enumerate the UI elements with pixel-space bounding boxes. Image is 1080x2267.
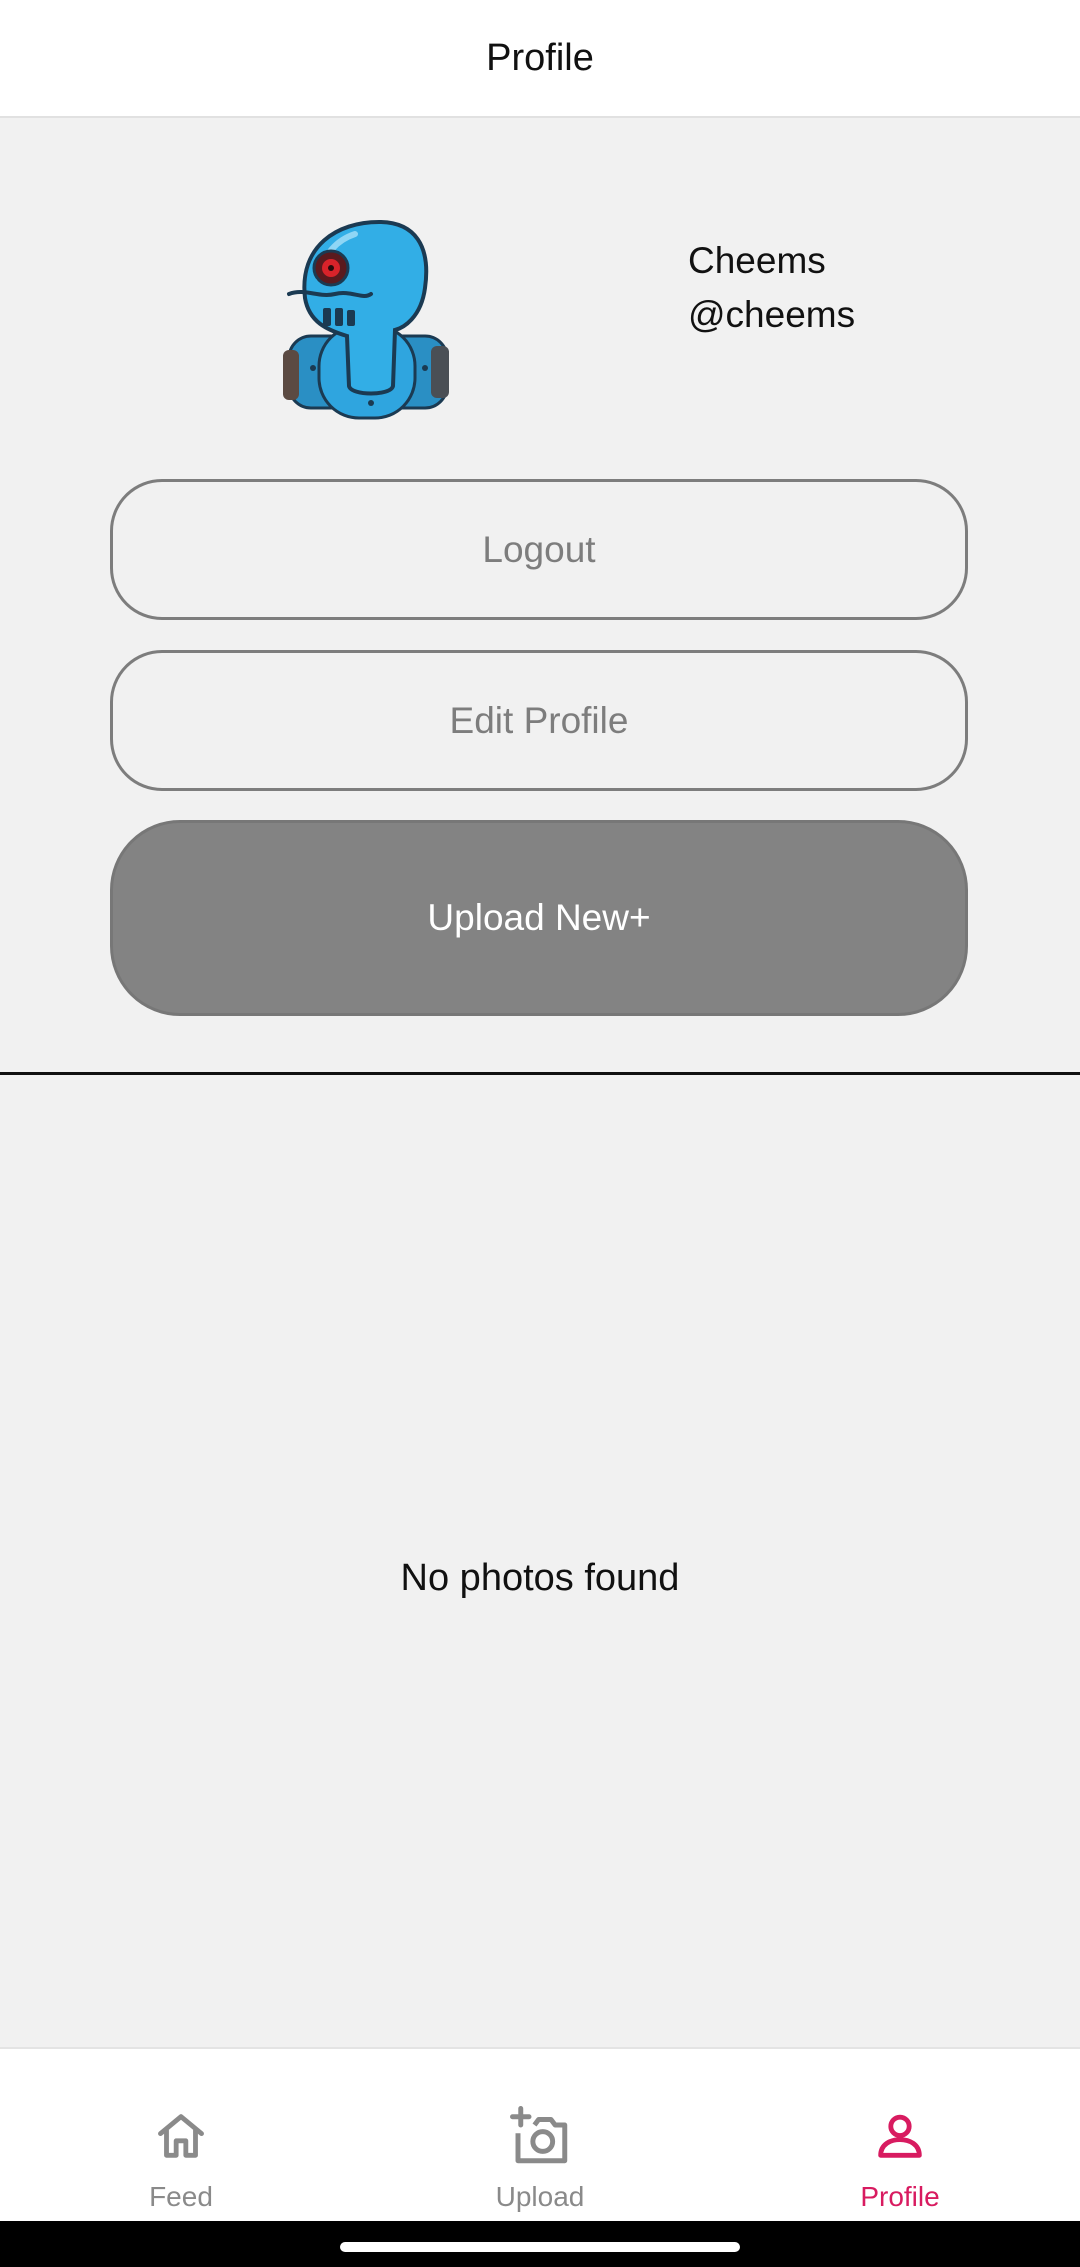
nav-label-feed: Feed <box>149 2181 213 2212</box>
home-icon <box>148 2103 214 2169</box>
logout-button[interactable]: Logout <box>110 479 968 620</box>
empty-gallery-message: No photos found <box>400 1557 680 1599</box>
bottom-nav: Feed Upload Profile <box>0 2047 1080 2221</box>
edit-profile-button[interactable]: Edit Profile <box>110 650 968 791</box>
app-header: Profile <box>0 0 1080 118</box>
display-name: Cheems <box>688 240 826 281</box>
upload-new-button[interactable]: Upload New+ <box>110 820 968 1016</box>
section-divider <box>0 1072 1080 1075</box>
system-navigation-bar <box>0 2221 1080 2267</box>
person-icon <box>867 2103 933 2169</box>
user-info: Cheems @cheems <box>688 234 855 342</box>
add-photo-icon <box>507 2103 573 2169</box>
nav-label-upload: Upload <box>495 2181 585 2212</box>
nav-item-feed[interactable]: Feed <box>81 2049 281 2221</box>
username: @cheems <box>688 294 856 335</box>
home-indicator[interactable] <box>340 2242 740 2252</box>
page-title: Profile <box>486 36 594 79</box>
profile-section: Cheems @cheems Logout Edit Profile Uploa… <box>0 118 1080 1073</box>
nav-item-profile[interactable]: Profile <box>800 2049 1000 2221</box>
robot-avatar-icon <box>283 219 449 420</box>
nav-item-upload[interactable]: Upload <box>440 2049 640 2221</box>
avatar <box>275 218 455 423</box>
nav-label-profile: Profile <box>860 2181 940 2212</box>
